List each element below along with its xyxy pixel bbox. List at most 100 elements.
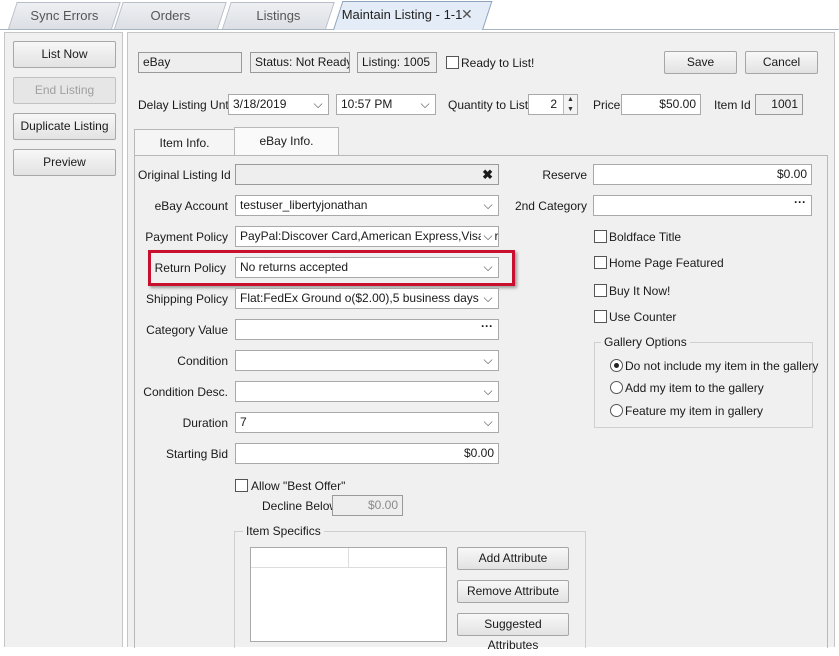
action-sidebar: List Now End Listing Duplicate Listing P…: [4, 32, 123, 647]
boldface-title-checkbox[interactable]: [594, 230, 607, 243]
best-offer-label: Allow "Best Offer": [251, 479, 346, 493]
tab-label: Listings: [256, 8, 301, 23]
shipping-policy-value: Flat:FedEx Ground o($2.00),5 business da…: [240, 291, 479, 305]
payment-policy-label: Payment Policy: [145, 230, 228, 244]
add-attribute-button[interactable]: Add Attribute: [457, 547, 569, 570]
gallery-add-radio[interactable]: [610, 381, 623, 394]
list-now-button[interactable]: List Now: [13, 41, 116, 68]
tab-strip: Sync Errors Orders Listings Maintain Lis…: [0, 0, 839, 30]
gallery-feature-label: Feature my item in gallery: [625, 404, 764, 418]
original-listing-field: ✖: [235, 164, 499, 185]
price-label: Price: [593, 98, 621, 112]
price-input[interactable]: $50.00: [621, 94, 701, 115]
suggested-attributes-button[interactable]: Suggested Attributes: [457, 613, 569, 652]
payment-policy-select[interactable]: PayPal:Discover Card,American Express,Vi…: [235, 226, 499, 247]
shipping-policy-select[interactable]: Flat:FedEx Ground o($2.00),5 business da…: [235, 288, 499, 309]
tab-item-info[interactable]: Item Info.: [134, 129, 235, 156]
remove-attribute-button[interactable]: Remove Attribute: [457, 580, 569, 603]
buy-it-now-label: Buy It Now!: [609, 284, 671, 298]
delay-time-value: 10:57 PM: [341, 97, 393, 111]
main-panel: eBay Status: Not Ready Listing: 1005 Rea…: [127, 32, 835, 652]
ready-to-list-label: Ready to List!: [461, 56, 535, 70]
tab-label: Sync Errors: [30, 8, 99, 23]
boldface-title-label: Boldface Title: [609, 230, 682, 244]
condition-select[interactable]: ⌵: [235, 350, 499, 371]
chevron-down-icon: ⌵: [481, 227, 495, 246]
home-page-featured-checkbox[interactable]: [594, 256, 607, 269]
decline-below-input[interactable]: $0.00: [332, 495, 403, 516]
duration-select[interactable]: 7 ⌵: [235, 412, 499, 433]
category-value-label: Category Value: [146, 323, 228, 337]
ebay-account-value: testuser_libertyjonathan: [240, 198, 368, 212]
item-specifics-table[interactable]: [250, 547, 447, 642]
spin-up-icon[interactable]: ▲: [564, 95, 577, 105]
more-icon[interactable]: ···: [481, 320, 493, 336]
gallery-feature-radio[interactable]: [610, 404, 623, 417]
gallery-none-radio[interactable]: [610, 359, 623, 372]
second-category-field[interactable]: ···: [593, 195, 812, 216]
delay-time-select[interactable]: 10:57 PM ⌵: [336, 94, 436, 115]
duplicate-listing-button[interactable]: Duplicate Listing: [13, 113, 116, 140]
home-page-featured-label: Home Page Featured: [609, 256, 724, 270]
spin-down-icon[interactable]: ▼: [564, 105, 577, 114]
listing-number-field: Listing: 1005: [357, 52, 437, 73]
item-specifics-title: Item Specifics: [243, 524, 324, 538]
reserve-label: Reserve: [542, 168, 587, 182]
delay-date-select[interactable]: 3/18/2019 ⌵: [228, 94, 329, 115]
quantity-stepper[interactable]: 2 ▲ ▼: [528, 94, 578, 115]
tab-sync-errors[interactable]: Sync Errors: [8, 2, 121, 29]
buy-it-now-checkbox[interactable]: [594, 284, 607, 297]
tab-listings[interactable]: Listings: [222, 2, 335, 29]
second-category-label: 2nd Category: [514, 199, 587, 213]
delay-listing-label: Delay Listing Until: [138, 98, 235, 112]
starting-bid-label: Starting Bid: [165, 447, 228, 461]
condition-desc-label: Condition Desc.: [143, 385, 228, 399]
tab-orders[interactable]: Orders: [114, 2, 227, 29]
payment-policy-value: PayPal:Discover Card,American Express,Vi…: [240, 229, 499, 243]
channel-field: eBay: [138, 52, 242, 73]
gallery-add-label: Add my item to the gallery: [625, 381, 764, 395]
chevron-down-icon: ⌵: [420, 97, 430, 111]
duration-value: 7: [240, 415, 247, 429]
condition-label: Condition: [177, 354, 228, 368]
end-listing-button[interactable]: End Listing: [13, 77, 116, 104]
tab-label: Orders: [150, 8, 191, 23]
clear-icon[interactable]: ✖: [482, 165, 493, 184]
quantity-label: Quantity to List: [448, 98, 529, 112]
gallery-options-title: Gallery Options: [601, 335, 690, 349]
tab-maintain-listing[interactable]: Maintain Listing - 1-1 ✕: [333, 1, 493, 30]
ready-to-list-checkbox[interactable]: [446, 56, 459, 69]
original-listing-label: Original Listing Id: [138, 168, 231, 182]
save-button[interactable]: Save: [664, 51, 737, 74]
close-icon[interactable]: ✕: [461, 6, 473, 23]
chevron-down-icon: ⌵: [481, 289, 495, 308]
starting-bid-input[interactable]: $0.00: [235, 443, 499, 464]
column-divider: [348, 548, 349, 568]
delay-date-value: 3/18/2019: [233, 97, 287, 111]
chevron-down-icon: ⌵: [483, 384, 493, 398]
decline-below-label: Decline Below: [262, 499, 339, 513]
quantity-value: 2: [550, 97, 557, 111]
chevron-down-icon: ⌵: [313, 97, 323, 111]
category-value-field[interactable]: ···: [235, 319, 499, 340]
best-offer-checkbox[interactable]: [235, 479, 248, 492]
status-field: Status: Not Ready: [250, 52, 350, 73]
use-counter-checkbox[interactable]: [594, 310, 607, 323]
item-id-label: Item Id: [714, 98, 751, 112]
ebay-account-label: eBay Account: [154, 199, 228, 213]
reserve-input[interactable]: $0.00: [593, 164, 812, 185]
chevron-down-icon: ⌵: [483, 198, 493, 212]
duration-label: Duration: [182, 416, 228, 430]
chevron-down-icon: ⌵: [483, 353, 493, 367]
shipping-policy-label: Shipping Policy: [145, 292, 228, 306]
condition-desc-select[interactable]: ⌵: [235, 381, 499, 402]
chevron-down-icon: ⌵: [483, 415, 493, 429]
tab-ebay-info[interactable]: eBay Info.: [234, 127, 339, 156]
use-counter-label: Use Counter: [609, 310, 677, 324]
preview-button[interactable]: Preview: [13, 149, 116, 176]
more-icon[interactable]: ···: [794, 196, 806, 212]
spinner-buttons[interactable]: ▲ ▼: [563, 95, 577, 114]
tab-label: Maintain Listing - 1-1: [341, 7, 463, 22]
ebay-account-select[interactable]: testuser_libertyjonathan ⌵: [235, 195, 499, 216]
cancel-button[interactable]: Cancel: [745, 51, 818, 74]
